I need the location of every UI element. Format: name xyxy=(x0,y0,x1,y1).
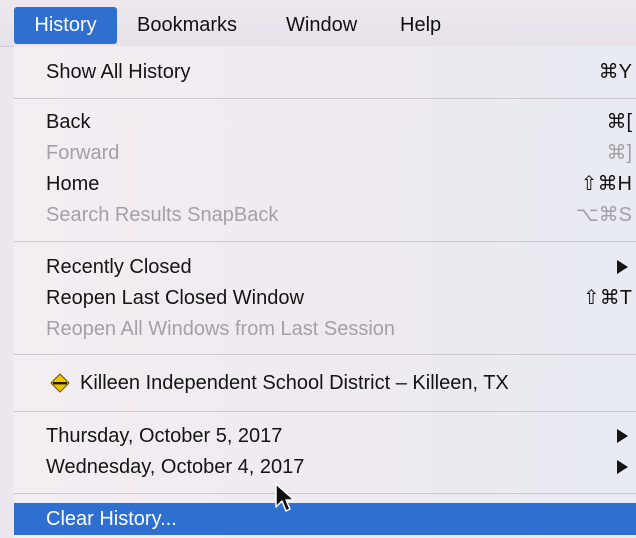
school-district-icon xyxy=(50,373,70,393)
mouse-pointer-icon xyxy=(275,483,295,512)
menu-item-reopen-last-closed-window[interactable]: Reopen Last Closed Window ⇧⌘T xyxy=(14,282,636,314)
menu-item-home[interactable]: Home ⇧⌘H xyxy=(14,168,636,200)
shortcut-label: ⌘[ xyxy=(606,111,632,133)
menu-item-recently-closed[interactable]: Recently Closed xyxy=(14,251,636,283)
menu-history[interactable]: History xyxy=(14,7,117,44)
menu-item-wednesday-october-4[interactable]: Wednesday, October 4, 2017 xyxy=(14,451,636,483)
menu-item-label: Back xyxy=(46,111,91,133)
menu-item-label: Recently Closed xyxy=(46,256,192,278)
shortcut-label: ⌥⌘S xyxy=(575,204,632,226)
menu-item-reopen-all-windows: Reopen All Windows from Last Session xyxy=(14,313,636,345)
menu-item-label: Killeen Independent School District – Ki… xyxy=(80,372,509,394)
separator xyxy=(14,411,636,412)
submenu-arrow-icon xyxy=(617,260,628,274)
menu-item-label: Forward xyxy=(46,142,120,164)
shortcut-label: ⇧⌘T xyxy=(583,287,632,309)
menu-item-clear-history[interactable]: Clear History... xyxy=(14,503,636,535)
menu-bar: History Bookmarks Window Help xyxy=(0,0,636,47)
history-dropdown-menu: Show All History ⌘Y Back ⌘[ Forward ⌘] H… xyxy=(14,46,636,538)
separator xyxy=(14,98,636,99)
menu-item-show-all-history[interactable]: Show All History ⌘Y xyxy=(14,56,636,88)
menu-item-label: Home xyxy=(46,173,100,195)
shortcut-label: ⌘Y xyxy=(598,61,632,83)
menu-item-thursday-october-5[interactable]: Thursday, October 5, 2017 xyxy=(14,420,636,452)
menu-item-label: Wednesday, October 4, 2017 xyxy=(46,456,305,478)
menu-item-history-site[interactable]: Killeen Independent School District – Ki… xyxy=(14,367,636,399)
menu-help[interactable]: Help xyxy=(400,7,441,44)
menu-item-label: Reopen All Windows from Last Session xyxy=(46,318,396,340)
menu-bookmarks[interactable]: Bookmarks xyxy=(137,7,237,44)
menu-item-label: Thursday, October 5, 2017 xyxy=(46,425,283,447)
menu-item-label: Reopen Last Closed Window xyxy=(46,287,304,309)
menu-item-label: Clear History... xyxy=(46,508,177,530)
separator xyxy=(14,493,636,494)
menu-item-forward: Forward ⌘] xyxy=(14,137,636,169)
menu-item-search-results-snapback: Search Results SnapBack ⌥⌘S xyxy=(14,199,636,231)
menu-item-label: Show All History xyxy=(46,61,191,83)
menu-window[interactable]: Window xyxy=(286,7,357,44)
menu-item-back[interactable]: Back ⌘[ xyxy=(14,106,636,138)
submenu-arrow-icon xyxy=(617,460,628,474)
submenu-arrow-icon xyxy=(617,429,628,443)
menu-item-label: Search Results SnapBack xyxy=(46,204,279,226)
separator xyxy=(14,241,636,242)
shortcut-label: ⇧⌘H xyxy=(580,173,632,195)
shortcut-label: ⌘] xyxy=(606,142,632,164)
separator xyxy=(14,354,636,355)
